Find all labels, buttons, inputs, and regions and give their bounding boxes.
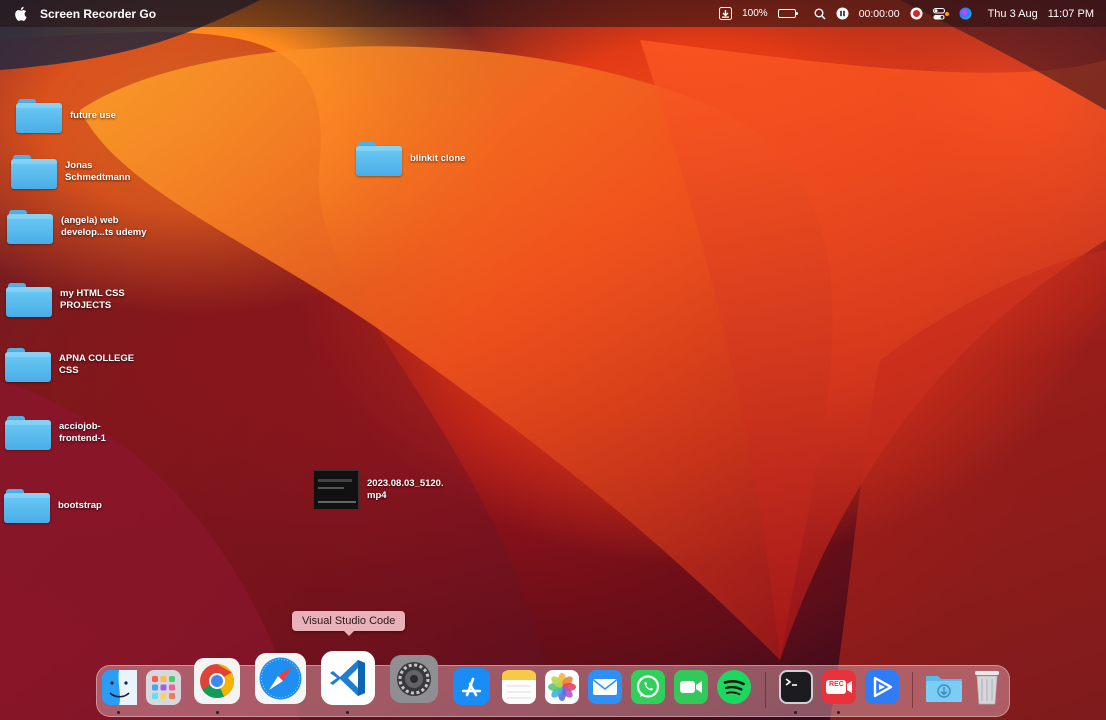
running-indicator	[837, 711, 840, 714]
dock-app-app-store[interactable]	[451, 666, 491, 706]
photos-icon	[545, 670, 579, 704]
siri-icon[interactable]	[959, 6, 972, 22]
desktop-video-file[interactable]: 2023.08.03_5120. mp4	[313, 470, 462, 510]
desktop-folder[interactable]: (angela) web develop...ts udemy	[7, 210, 156, 244]
dock-separator	[765, 672, 766, 708]
desktop-folder[interactable]: blinkit clone	[356, 142, 505, 176]
desktop-folder[interactable]: acciojob- frontend-1	[5, 416, 154, 450]
dock-app-safari[interactable]	[254, 652, 307, 705]
pause-recording-icon[interactable]	[836, 6, 849, 22]
desktop-item-label: (angela) web develop...ts udemy	[61, 215, 147, 238]
desktop-item-label: APNA COLLEGE CSS	[59, 353, 135, 376]
notes-icon	[502, 670, 536, 704]
dock-app-photos[interactable]	[544, 668, 580, 706]
video-thumbnail-icon	[313, 470, 359, 510]
settings-icon	[390, 655, 438, 703]
stop-recording-icon[interactable]	[910, 6, 923, 22]
dock-downloads-stack[interactable]	[924, 669, 964, 705]
desktop-wallpaper	[0, 0, 1106, 720]
active-app-name[interactable]: Screen Recorder Go	[40, 7, 156, 21]
mail-icon	[588, 670, 622, 704]
finder-icon	[102, 669, 137, 705]
running-indicator	[117, 711, 120, 714]
desktop-item-label: my HTML CSS PROJECTS	[60, 288, 125, 311]
desktop-item-label: bootstrap	[58, 500, 102, 511]
desktop-folder[interactable]: my HTML CSS PROJECTS	[6, 283, 155, 317]
dock-app-chrome[interactable]	[193, 657, 241, 705]
desktop-folder[interactable]: Jonas Schmedtmann	[11, 155, 160, 189]
vscode-icon	[321, 651, 375, 705]
dock-app-screen-recorder[interactable]: REC	[821, 668, 857, 706]
dock-separator	[912, 672, 913, 708]
dock-app-video-player[interactable]	[864, 668, 900, 706]
whatsapp-icon	[631, 670, 665, 704]
launchpad-icon	[146, 669, 181, 705]
chrome-icon	[194, 658, 240, 704]
folder-icon	[356, 142, 402, 176]
folder-icon	[7, 210, 53, 244]
running-indicator	[346, 711, 349, 714]
desktop-item-label: acciojob- frontend-1	[59, 421, 106, 444]
download-status-icon[interactable]	[719, 6, 733, 22]
battery-percentage: 100%	[742, 8, 768, 19]
control-center-icon[interactable]	[932, 6, 949, 22]
folder-icon	[5, 416, 51, 450]
dock-app-facetime[interactable]	[673, 668, 709, 706]
running-indicator	[216, 711, 219, 714]
recording-timer: 00:00:00	[858, 7, 900, 20]
desktop-folder[interactable]: future use	[16, 99, 165, 133]
dock-app-mail[interactable]	[587, 668, 623, 706]
rec-badge-label: REC	[829, 681, 844, 688]
dock-app-system-settings[interactable]	[389, 654, 439, 704]
dock-app-terminal[interactable]	[778, 668, 814, 706]
dock-app-spotify[interactable]	[716, 668, 752, 706]
battery-icon[interactable]	[777, 6, 798, 22]
dock-app-finder[interactable]	[101, 667, 138, 707]
dock-app-launchpad[interactable]	[145, 667, 182, 707]
terminal-icon	[779, 670, 813, 704]
apple-menu-icon[interactable]	[13, 6, 27, 22]
facetime-icon	[674, 670, 708, 704]
spotify-icon	[717, 670, 751, 704]
desktop-item-label: 2023.08.03_5120. mp4	[367, 478, 444, 501]
dock-app-whatsapp[interactable]	[630, 668, 666, 706]
dock-app-vscode[interactable]	[320, 650, 376, 706]
dock-app-notes[interactable]	[501, 668, 537, 706]
safari-icon	[255, 653, 306, 704]
video-player-icon	[865, 670, 899, 704]
desktop-item-label: blinkit clone	[410, 153, 466, 164]
dock-trash[interactable]	[970, 668, 1004, 706]
menu-bar: Screen Recorder Go 100% 00:00:00 Thu 3 A…	[0, 0, 1106, 27]
spotlight-search-icon[interactable]	[814, 6, 826, 22]
desktop-folder[interactable]: APNA COLLEGE CSS	[5, 348, 154, 382]
menu-bar-clock[interactable]: 11:07 PM	[1048, 8, 1094, 20]
folder-icon	[6, 283, 52, 317]
app-store-icon	[452, 667, 490, 705]
dock-tooltip: Visual Studio Code	[292, 611, 406, 636]
folder-icon	[16, 99, 62, 133]
running-indicator	[794, 711, 797, 714]
downloads-folder-icon	[926, 676, 962, 702]
trash-icon	[975, 671, 999, 705]
folder-icon	[4, 489, 50, 523]
folder-icon	[5, 348, 51, 382]
desktop-folder[interactable]: bootstrap	[4, 489, 153, 523]
menu-bar-date[interactable]: Thu 3 Aug	[988, 8, 1038, 20]
folder-icon	[11, 155, 57, 189]
desktop-item-label: future use	[70, 110, 116, 121]
desktop-item-label: Jonas Schmedtmann	[65, 160, 131, 183]
